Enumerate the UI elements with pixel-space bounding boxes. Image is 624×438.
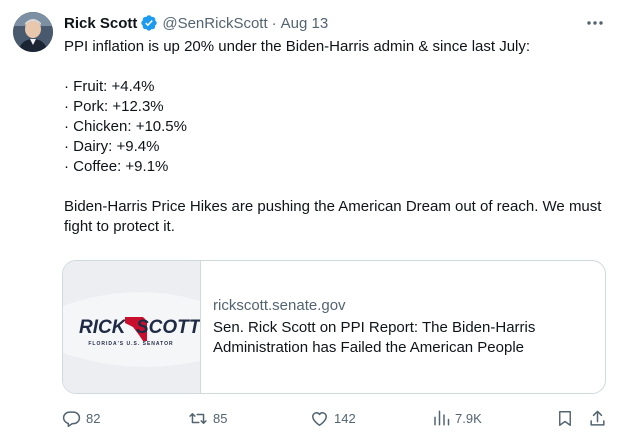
list-item: · Pork: +12.3%	[64, 98, 164, 115]
reply-button[interactable]: 82	[62, 404, 100, 432]
card-title: Sen. Rick Scott on PPI Report: The Biden…	[213, 319, 536, 356]
list-item: · Chicken: +10.5%	[64, 118, 187, 135]
card-info: rickscott.senate.gov Sen. Rick Scott on …	[201, 261, 605, 393]
reply-count: 82	[86, 410, 101, 426]
views-count: 7.9K	[455, 410, 482, 426]
like-icon	[312, 411, 327, 426]
logo-subtext: FLORIDA'S U.S. SENATOR	[88, 341, 173, 347]
header-separator: ·	[271, 14, 277, 32]
bookmark-button[interactable]	[556, 404, 574, 432]
action-bar: 82 85 142 7.9K	[62, 404, 610, 432]
share-button[interactable]	[588, 404, 607, 432]
like-button[interactable]: 142	[310, 404, 356, 432]
tweet-text: PPI inflation is up 20% under the Biden-…	[64, 37, 609, 237]
tweet: Rick Scott @SenRickScott · Aug 13 PPI in…	[0, 0, 624, 438]
logo-text-left: RICK	[79, 317, 127, 338]
card-thumbnail: RICK SCOTT FLORIDA'S U.S. SENATOR	[63, 261, 201, 393]
reply-icon	[62, 410, 81, 427]
repost-count: 85	[213, 410, 228, 426]
repost-button[interactable]: 85	[188, 404, 227, 432]
more-button[interactable]	[584, 12, 606, 34]
rick-scott-logo: RICK SCOTT FLORIDA'S U.S. SENATOR	[63, 261, 200, 393]
tweet-date[interactable]: Aug 13	[281, 15, 329, 32]
tweet-closing: Biden-Harris Price Hikes are pushing the…	[64, 198, 602, 235]
avatar[interactable]	[13, 12, 53, 52]
bookmark-icon	[559, 410, 571, 426]
avatar-image	[13, 12, 53, 52]
logo-text-right: SCOTT	[136, 317, 200, 338]
list-item: · Fruit: +4.4%	[64, 78, 155, 95]
tweet-intro: PPI inflation is up 20% under the Biden-…	[64, 38, 531, 55]
share-icon	[590, 410, 605, 426]
verified-badge-icon	[141, 15, 158, 31]
like-count: 142	[334, 410, 356, 426]
tweet-header: Rick Scott @SenRickScott · Aug 13	[64, 11, 328, 35]
views-button[interactable]: 7.9K	[432, 404, 482, 432]
repost-icon	[189, 412, 207, 424]
card-domain: rickscott.senate.gov	[213, 297, 346, 314]
more-icon	[587, 21, 603, 25]
views-icon	[434, 410, 450, 426]
author-handle[interactable]: @SenRickScott	[162, 15, 267, 32]
link-card[interactable]: RICK SCOTT FLORIDA'S U.S. SENATOR ricksc…	[62, 260, 606, 394]
list-item: · Dairy: +9.4%	[64, 138, 160, 155]
author-name[interactable]: Rick Scott	[64, 15, 137, 32]
list-item: · Coffee: +9.1%	[64, 158, 169, 175]
